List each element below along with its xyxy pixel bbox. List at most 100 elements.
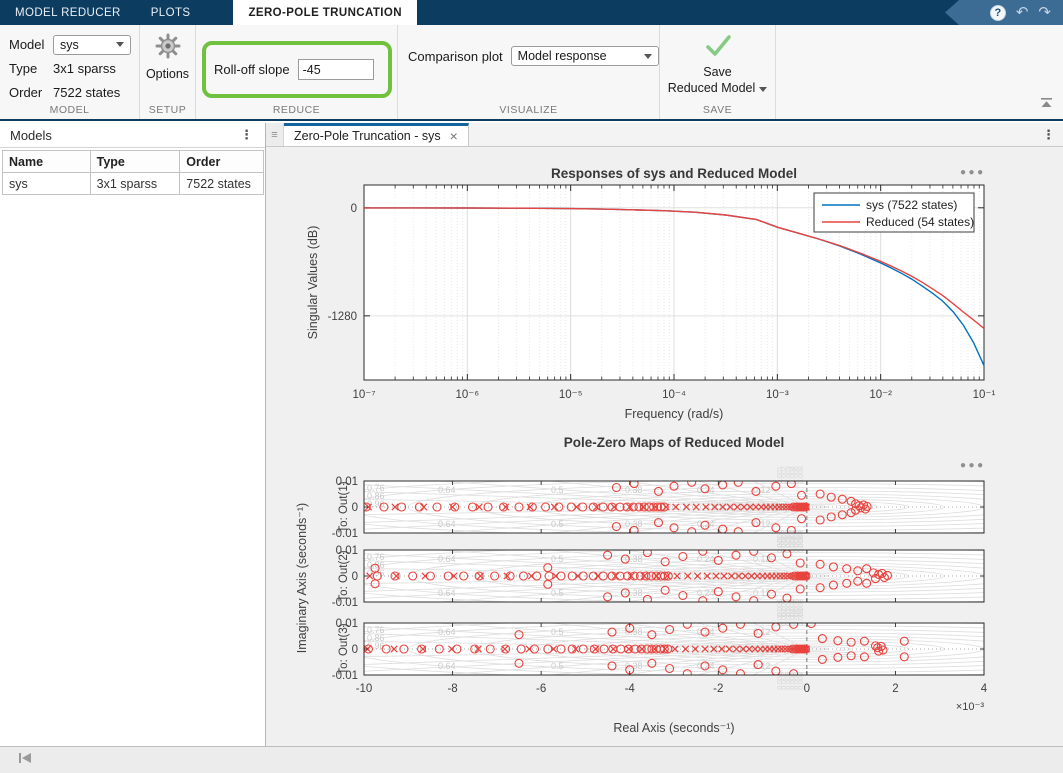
pole-zero-plot-options-icon[interactable]: ●●● — [960, 460, 986, 471]
model-dropdown[interactable]: sys — [53, 35, 131, 55]
toolstrip-tab-bar: MODEL REDUCER PLOTS ZERO-POLE TRUNCATION… — [0, 0, 1063, 25]
ribbon: Model sys Type 3x1 sparss Order 7522 sta… — [0, 25, 1063, 121]
svg-text:0: 0 — [352, 502, 358, 514]
svg-text:Reduced (54 states): Reduced (54 states) — [866, 215, 974, 229]
responses-ylabel: Singular Values (dB) — [306, 226, 320, 340]
pole-zero-ylabel: Imaginary Axis (seconds⁻¹) — [295, 503, 309, 653]
order-value: 7522 states — [53, 85, 120, 100]
models-col-name[interactable]: Name — [3, 151, 91, 173]
models-panel-menu-icon[interactable]: ⋮ — [236, 127, 257, 143]
section-label-model: MODEL — [0, 104, 139, 116]
tab-plots[interactable]: PLOTS — [136, 0, 206, 25]
svg-text:0.24: 0.24 — [697, 485, 715, 495]
quick-access-toolbar: ? ↶ ↷ — [945, 0, 1063, 25]
document-menu-icon[interactable]: ⋮ — [1034, 123, 1063, 146]
rolloff-input[interactable] — [298, 59, 374, 80]
ribbon-filler — [776, 25, 1063, 119]
main-content: Models ⋮ Name Type Order sys 3x1 sparss … — [0, 123, 1063, 746]
document-tab-title: Zero-Pole Truncation - sys — [294, 129, 441, 143]
svg-text:0.64: 0.64 — [438, 519, 456, 529]
tabstrip-menu-icon[interactable]: ≡ — [266, 123, 284, 146]
svg-text:-10: -10 — [356, 683, 373, 695]
svg-text:-4: -4 — [625, 683, 636, 695]
ribbon-section-model: Model sys Type 3x1 sparss Order 7522 sta… — [0, 25, 140, 119]
svg-text:0.5: 0.5 — [551, 485, 564, 495]
row-label-out2: To: Out(2) — [338, 550, 350, 601]
save-button-line1: Save — [703, 64, 732, 80]
ribbon-section-setup: Options SETUP — [140, 25, 196, 119]
comparison-plot-value: Model response — [518, 49, 607, 63]
chevron-down-icon — [759, 87, 767, 92]
responses-plot-options-icon[interactable]: ●●● — [960, 167, 986, 178]
models-panel-title: Models — [10, 128, 52, 143]
pole-zero-plot[interactable]: Pole-Zero Maps of Reduced Model0.120.120… — [266, 430, 1062, 746]
responses-plot[interactable]: 10⁻⁷10⁻⁶10⁻⁵10⁻⁴10⁻³10⁻²10⁻¹0-1280Respon… — [266, 147, 1062, 430]
svg-text:-1280: -1280 — [328, 311, 357, 323]
svg-text:0: 0 — [804, 683, 810, 695]
tab-zero-pole-truncation[interactable]: ZERO-POLE TRUNCATION — [233, 0, 416, 25]
gear-icon[interactable] — [155, 33, 181, 64]
section-label-visualize: VISUALIZE — [398, 104, 659, 116]
help-icon[interactable]: ? — [990, 5, 1006, 21]
svg-text:10⁻¹: 10⁻¹ — [973, 389, 996, 401]
model-label: Model — [9, 37, 53, 52]
section-label-reduce: REDUCE — [196, 104, 397, 116]
chevron-down-icon — [644, 54, 652, 59]
svg-text:0.64: 0.64 — [438, 627, 456, 637]
document-area: ≡ Zero-Pole Truncation - sys × ⋮ 10⁻⁷10⁻… — [266, 123, 1063, 746]
document-tab-strip: ≡ Zero-Pole Truncation - sys × ⋮ — [266, 123, 1063, 147]
type-label: Type — [9, 61, 53, 76]
responses-xlabel: Frequency (rad/s) — [625, 407, 724, 421]
svg-text:-6: -6 — [536, 683, 546, 695]
collapse-ribbon-icon[interactable] — [1040, 95, 1053, 113]
models-col-type[interactable]: Type — [90, 151, 180, 173]
row-label-out1: To: Out(1) — [338, 481, 350, 532]
save-button-line2: Reduced Model — [668, 80, 768, 96]
svg-text:10⁻³: 10⁻³ — [766, 389, 789, 401]
svg-text:10⁻⁵: 10⁻⁵ — [559, 389, 583, 401]
model-reducer-app: MODEL REDUCER PLOTS ZERO-POLE TRUNCATION… — [0, 0, 1063, 773]
svg-text:0.5: 0.5 — [551, 588, 564, 598]
figure-area[interactable]: 10⁻⁷10⁻⁶10⁻⁵10⁻⁴10⁻³10⁻²10⁻¹0-1280Respon… — [266, 147, 1063, 746]
document-tab-zero-pole-truncation[interactable]: Zero-Pole Truncation - sys × — [284, 123, 469, 146]
chevron-down-icon — [116, 42, 124, 47]
type-value: 3x1 sparss — [53, 61, 116, 76]
order-label: Order — [9, 85, 53, 100]
models-panel: Models ⋮ Name Type Order sys 3x1 sparss … — [0, 123, 266, 746]
svg-text:0.64: 0.64 — [438, 485, 456, 495]
ribbon-section-reduce: Roll-off slope REDUCE — [196, 25, 398, 119]
close-icon[interactable]: × — [450, 129, 458, 143]
svg-text:0.38: 0.38 — [625, 485, 643, 495]
tab-model-reducer[interactable]: MODEL REDUCER — [0, 0, 136, 25]
comparison-plot-dropdown[interactable]: Model response — [511, 46, 659, 66]
models-table: Name Type Order sys 3x1 sparss 7522 stat… — [2, 150, 264, 195]
redo-icon[interactable]: ↷ — [1038, 5, 1051, 20]
svg-text:0.24: 0.24 — [697, 554, 715, 564]
svg-text:-8: -8 — [447, 683, 457, 695]
svg-text:0.38: 0.38 — [625, 519, 643, 529]
pole-zero-title: Pole-Zero Maps of Reduced Model — [564, 435, 785, 450]
section-label-save: SAVE — [660, 104, 775, 116]
save-reduced-model-button[interactable]: Save Reduced Model SAVE — [660, 25, 776, 119]
ribbon-section-visualize: Comparison plot Model response VISUALIZE — [398, 25, 660, 119]
svg-text:-2: -2 — [713, 683, 723, 695]
options-button[interactable]: Options — [146, 67, 189, 81]
section-label-setup: SETUP — [140, 104, 195, 116]
models-col-order[interactable]: Order — [180, 151, 264, 173]
undo-icon[interactable]: ↶ — [1016, 5, 1029, 20]
collapse-panel-icon[interactable] — [18, 751, 32, 769]
svg-text:2: 2 — [892, 683, 898, 695]
checkmark-icon — [703, 33, 733, 64]
svg-text:0: 0 — [351, 203, 357, 215]
svg-text:0.64: 0.64 — [438, 661, 456, 671]
svg-text:10⁻²: 10⁻² — [869, 389, 892, 401]
pole-zero-xlabel: Real Axis (seconds⁻¹) — [613, 721, 734, 735]
svg-text:10⁻⁶: 10⁻⁶ — [456, 389, 480, 401]
svg-text:0.24: 0.24 — [697, 588, 715, 598]
rolloff-label: Roll-off slope — [214, 62, 290, 77]
model-type-cell[interactable]: 3x1 sparss — [90, 173, 180, 195]
rolloff-highlight: Roll-off slope — [202, 41, 392, 98]
model-order-cell[interactable]: 7522 states — [180, 173, 264, 195]
model-name-cell[interactable]: sys — [3, 173, 91, 195]
table-row[interactable]: sys 3x1 sparss 7522 states — [3, 173, 264, 195]
